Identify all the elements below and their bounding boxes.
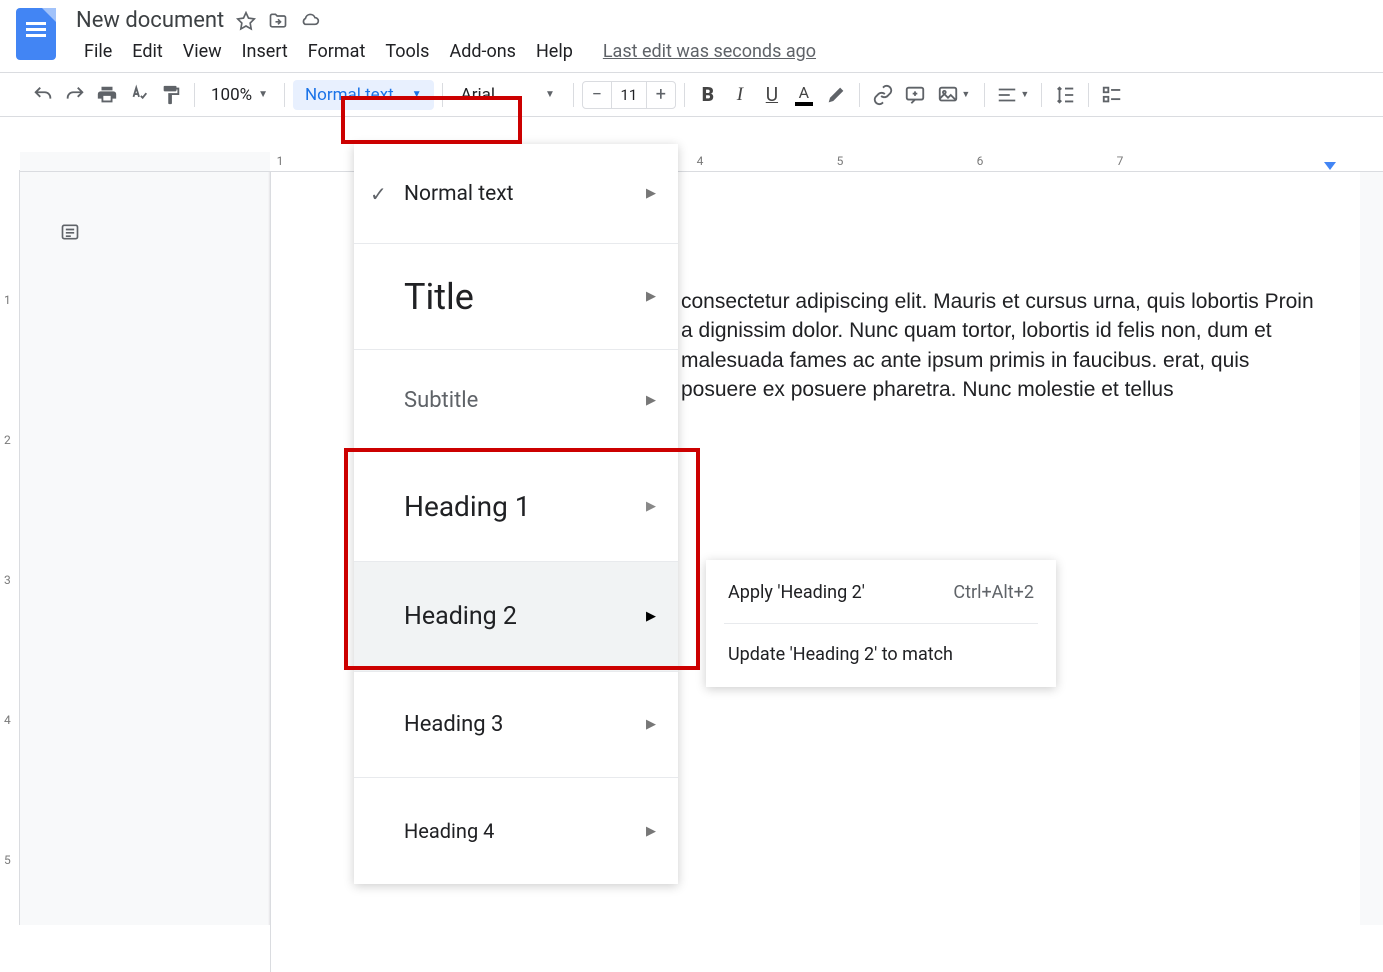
submenu-arrow-icon: ▶: [646, 186, 656, 201]
redo-button[interactable]: [60, 80, 90, 110]
submenu-arrow-icon: ▶: [646, 824, 656, 839]
last-edit-link[interactable]: Last edit was seconds ago: [603, 41, 816, 62]
menu-help[interactable]: Help: [528, 37, 581, 66]
document-body-text[interactable]: consectetur adipiscing elit. Mauris et c…: [681, 287, 1320, 405]
move-folder-icon[interactable]: [268, 11, 288, 31]
menu-tools[interactable]: Tools: [377, 37, 437, 66]
style-option-heading-1[interactable]: Heading 1 ▶: [354, 452, 678, 562]
menu-file[interactable]: File: [76, 37, 120, 66]
submenu-arrow-icon: ▶: [646, 289, 656, 304]
show-outline-button[interactable]: [56, 218, 84, 246]
menu-view[interactable]: View: [175, 37, 230, 66]
submenu-arrow-icon: ▶: [646, 609, 656, 624]
insert-image-button[interactable]: ▼: [932, 80, 976, 110]
update-heading2-item[interactable]: Update 'Heading 2' to match: [706, 630, 1056, 679]
submenu-arrow-icon: ▶: [646, 499, 656, 514]
toolbar: 100%▼ Normal text ▼ Arial▼ − 11 + B I U …: [0, 73, 1383, 117]
paint-format-button[interactable]: [156, 80, 186, 110]
chevron-down-icon: ▼: [412, 89, 422, 100]
workspace: consectetur adipiscing elit. Mauris et c…: [20, 172, 1383, 925]
style-option-heading-2[interactable]: Heading 2 ▶: [354, 562, 678, 672]
submenu-arrow-icon: ▶: [646, 717, 656, 732]
document-title[interactable]: New document: [76, 8, 224, 33]
docs-logo-icon[interactable]: [16, 8, 56, 60]
print-button[interactable]: [92, 80, 122, 110]
undo-button[interactable]: [28, 80, 58, 110]
style-option-normal-text[interactable]: ✓ Normal text ▶: [354, 144, 678, 244]
style-option-heading-4[interactable]: Heading 4 ▶: [354, 778, 678, 884]
underline-button[interactable]: U: [757, 80, 787, 110]
menu-format[interactable]: Format: [300, 37, 374, 66]
font-size-group: − 11 +: [582, 81, 676, 109]
star-icon[interactable]: [236, 11, 256, 31]
italic-button[interactable]: I: [725, 80, 755, 110]
align-button[interactable]: ▼: [993, 80, 1033, 110]
horizontal-ruler[interactable]: 1 2 3 4 5 6 7: [20, 152, 1383, 172]
cloud-status-icon[interactable]: [300, 11, 320, 31]
style-option-title[interactable]: Title ▶: [354, 244, 678, 350]
spellcheck-button[interactable]: [124, 80, 154, 110]
paragraph-styles-dropdown: ✓ Normal text ▶ Title ▶ Subtitle ▶ Headi…: [354, 144, 678, 884]
style-option-subtitle[interactable]: Subtitle ▶: [354, 350, 678, 452]
app-header: New document File Edit View Insert Forma…: [0, 0, 1383, 73]
menu-insert[interactable]: Insert: [234, 37, 296, 66]
ruler-right-margin-marker[interactable]: [1324, 162, 1336, 170]
highlight-color-button[interactable]: [821, 80, 851, 110]
keyboard-shortcut-label: Ctrl+Alt+2: [953, 582, 1034, 603]
menu-bar: File Edit View Insert Format Tools Add-o…: [76, 37, 1367, 72]
bold-button[interactable]: B: [693, 80, 723, 110]
paragraph-style-label: Normal text: [305, 85, 394, 105]
menu-separator: [724, 623, 1038, 624]
paragraph-style-selector[interactable]: Normal text ▼: [293, 80, 434, 110]
check-icon: ✓: [370, 182, 387, 206]
text-color-button[interactable]: A: [789, 80, 819, 110]
zoom-selector[interactable]: 100%▼: [203, 80, 276, 110]
font-size-input[interactable]: 11: [611, 82, 647, 108]
insert-link-button[interactable]: [868, 80, 898, 110]
font-family-selector[interactable]: Arial▼: [451, 80, 565, 110]
heading2-submenu: Apply 'Heading 2' Ctrl+Alt+2 Update 'Hea…: [706, 560, 1056, 687]
apply-heading2-item[interactable]: Apply 'Heading 2' Ctrl+Alt+2: [706, 568, 1056, 617]
menu-edit[interactable]: Edit: [124, 37, 170, 66]
menu-addons[interactable]: Add-ons: [441, 37, 524, 66]
submenu-arrow-icon: ▶: [646, 393, 656, 408]
font-size-decrease-button[interactable]: −: [583, 84, 611, 105]
checklist-button[interactable]: [1097, 80, 1127, 110]
add-comment-button[interactable]: [900, 80, 930, 110]
vertical-ruler[interactable]: 1 2 3 4 5: [0, 170, 20, 925]
font-size-increase-button[interactable]: +: [647, 84, 675, 105]
style-option-heading-3[interactable]: Heading 3 ▶: [354, 672, 678, 778]
line-spacing-button[interactable]: [1050, 80, 1080, 110]
